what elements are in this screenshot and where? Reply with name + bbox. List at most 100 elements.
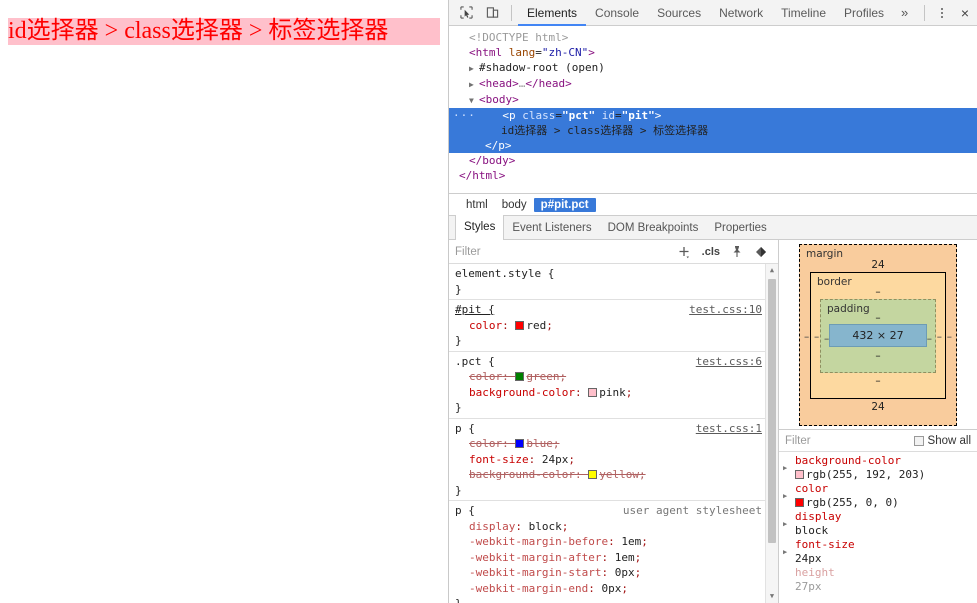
tab-console[interactable]: Console [586, 0, 648, 26]
dom-line-p-text[interactable]: id选择器 > class选择器 > 标签选择器 [449, 123, 977, 138]
dom-line-html-close[interactable]: </html> [449, 168, 977, 183]
box-model-border-bottom[interactable]: – [820, 375, 936, 387]
devtools-toolbar: Elements Console Sources Network Timelin… [449, 0, 977, 26]
close-icon[interactable]: × [953, 1, 977, 25]
computed-filter-input[interactable]: Filter [785, 435, 914, 447]
declaration-margin-start[interactable]: -webkit-margin-start: 0px; [455, 565, 778, 581]
computed-filter-bar: Filter Show all [779, 430, 977, 452]
styles-filter-input[interactable]: Filter [455, 246, 677, 258]
color-swatch[interactable] [515, 439, 525, 448]
tab-properties[interactable]: Properties [706, 216, 774, 240]
rule-origin-link[interactable]: test.css:6 [696, 354, 762, 370]
color-swatch[interactable] [588, 387, 598, 397]
color-swatch [795, 498, 804, 507]
box-model-margin-right[interactable]: – [947, 331, 952, 343]
breadcrumb-item-p[interactable]: p#pit.pct [533, 197, 596, 212]
style-rule-element-style[interactable]: element.style { } [449, 264, 778, 300]
device-toolbar-icon[interactable] [479, 1, 505, 25]
declaration-background-color-overridden[interactable]: background-color: yellow; [455, 467, 778, 483]
box-model-margin-bottom[interactable]: 24 [810, 401, 946, 413]
expand-triangle-icon[interactable]: ▶ [469, 77, 479, 92]
rule-origin-link[interactable]: test.css:10 [689, 302, 762, 318]
show-all-toggle[interactable]: Show all [913, 435, 971, 447]
box-model-border[interactable]: border – – – padding – – – 432 × 27 – – [810, 271, 946, 399]
dom-line-body-close[interactable]: </body> [449, 153, 977, 168]
style-rule-tag-p[interactable]: test.css:1 p { color: blue; font-size: 2… [449, 419, 778, 501]
box-model-margin-left[interactable]: – [804, 331, 809, 343]
expand-triangle-icon[interactable]: ▶ [783, 489, 787, 503]
breadcrumb-item-body[interactable]: body [495, 198, 534, 212]
tab-sources[interactable]: Sources [648, 0, 710, 26]
color-swatch[interactable] [515, 372, 525, 381]
declaration-color-overridden[interactable]: color: green; [455, 369, 778, 385]
computed-property-height[interactable]: height 27px [779, 566, 977, 594]
computed-property-background-color[interactable]: ▶ background-color rgb(255, 192, 203) [779, 454, 977, 482]
box-model-padding[interactable]: padding – – – 432 × 27 – [820, 298, 936, 373]
tab-timeline[interactable]: Timeline [772, 0, 835, 26]
box-model-border-left[interactable]: – [814, 331, 819, 343]
pin-icon[interactable] [731, 245, 743, 258]
new-style-rule-plus-icon[interactable] [677, 245, 691, 259]
style-rule-id-pit[interactable]: test.css:10 #pit { color: red; } [449, 300, 778, 352]
computed-properties-list[interactable]: ▶ background-color rgb(255, 192, 203) ▶ … [779, 452, 977, 603]
tab-styles[interactable]: Styles [455, 215, 505, 240]
declaration-margin-before[interactable]: -webkit-margin-before: 1em; [455, 534, 778, 550]
computed-value: rgb(255, 0, 0) [795, 496, 977, 510]
dom-node-selected[interactable]: ··· <p class="pct" id="pit"> id选择器 > cla… [449, 108, 977, 153]
box-model-padding-bottom[interactable]: – [829, 350, 927, 362]
tab-profiles[interactable]: Profiles [835, 0, 893, 26]
box-model-diagram: margin 24 – – border – – – padding – – –… [779, 240, 977, 430]
box-model-padding-left[interactable]: – [824, 333, 829, 345]
box-model-border-right[interactable]: – [937, 331, 942, 343]
declaration-margin-end[interactable]: -webkit-margin-end: 0px; [455, 581, 778, 597]
kebab-menu-icon[interactable] [931, 1, 953, 25]
box-model-padding-right[interactable]: – [927, 333, 932, 345]
element-state-diamond-icon[interactable] [754, 246, 768, 258]
color-swatch[interactable] [515, 320, 525, 330]
more-tabs-chevron-icon[interactable]: » [893, 5, 916, 20]
breadcrumb-item-html[interactable]: html [459, 198, 495, 212]
declaration-color[interactable]: color: red; [455, 318, 778, 334]
expand-triangle-icon[interactable]: ▶ [783, 461, 787, 475]
expand-triangle-icon[interactable]: ▶ [783, 545, 787, 559]
dom-line-p-close[interactable]: </p> [449, 138, 977, 153]
color-swatch[interactable] [588, 470, 598, 479]
style-rule-class-pct[interactable]: test.css:6 .pct { color: green; backgrou… [449, 352, 778, 419]
declaration-background-color[interactable]: background-color: pink; [455, 385, 778, 401]
tab-event-listeners[interactable]: Event Listeners [504, 216, 599, 240]
dom-line-body[interactable]: ▼ <body> [449, 92, 977, 108]
rule-origin-link[interactable]: test.css:1 [696, 421, 762, 437]
dom-tree[interactable]: <!DOCTYPE html> <html lang="zh-CN"> ▶ #sh… [449, 26, 977, 194]
scroll-up-arrow-icon[interactable]: ▲ [766, 264, 778, 277]
scroll-down-arrow-icon[interactable]: ▼ [766, 590, 778, 603]
collapse-triangle-icon[interactable]: ▼ [469, 93, 479, 108]
dom-line-shadow-root[interactable]: ▶ #shadow-root (open) [449, 60, 977, 76]
declaration-margin-after[interactable]: -webkit-margin-after: 1em; [455, 550, 778, 566]
rule-selector[interactable]: element.style { [455, 266, 778, 282]
styles-rules-list[interactable]: element.style { } test.css:10 #pit { col… [449, 264, 778, 603]
tab-elements[interactable]: Elements [518, 0, 586, 26]
declaration-font-size[interactable]: font-size: 24px; [455, 452, 778, 468]
computed-property-display[interactable]: ▶ display block [779, 510, 977, 538]
expand-triangle-icon[interactable]: ▶ [783, 517, 787, 531]
dom-line-p-open[interactable]: ··· <p class="pct" id="pit"> [449, 108, 977, 123]
expand-triangle-icon[interactable]: ▶ [469, 61, 479, 76]
show-all-checkbox[interactable] [913, 435, 924, 446]
declaration-display[interactable]: display: block; [455, 519, 778, 535]
tab-dom-breakpoints[interactable]: DOM Breakpoints [600, 216, 707, 240]
dom-line-html[interactable]: <html lang="zh-CN"> [449, 45, 977, 60]
declaration-color-overridden[interactable]: color: blue; [455, 436, 778, 452]
styles-scrollbar[interactable]: ▲ ▼ [765, 264, 778, 603]
scrollbar-thumb[interactable] [768, 279, 776, 543]
style-rule-user-agent-p[interactable]: user agent stylesheet p { display: block… [449, 501, 778, 603]
inspect-cursor-icon[interactable] [453, 1, 479, 25]
computed-property-font-size[interactable]: ▶ font-size 24px [779, 538, 977, 566]
color-swatch [795, 470, 804, 479]
dom-line-head[interactable]: ▶ <head>…</head> [449, 76, 977, 92]
toggle-class-button[interactable]: .cls [702, 246, 720, 258]
computed-property-color[interactable]: ▶ color rgb(255, 0, 0) [779, 482, 977, 510]
box-model-margin[interactable]: margin 24 – – border – – – padding – – –… [799, 243, 957, 426]
box-model-content-size[interactable]: 432 × 27 [829, 323, 927, 347]
box-model-margin-top[interactable]: 24 [810, 259, 946, 271]
tab-network[interactable]: Network [710, 0, 772, 26]
